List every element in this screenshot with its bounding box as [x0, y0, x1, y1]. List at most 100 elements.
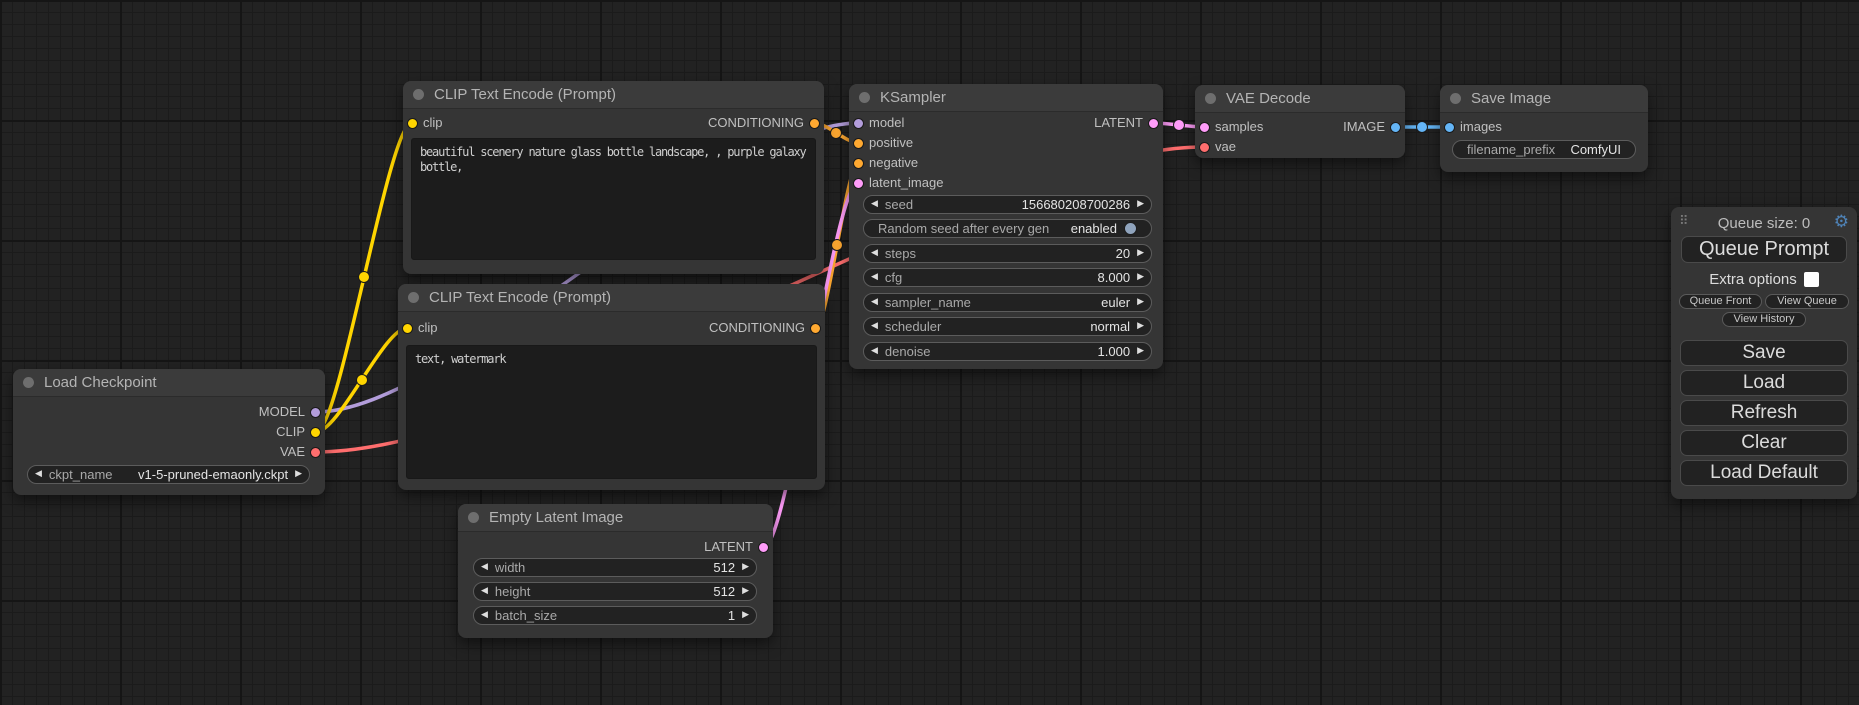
node-collapse-dot[interactable]: [859, 92, 870, 103]
node-title-bar[interactable]: KSampler: [849, 84, 1163, 112]
node-vae-decode[interactable]: VAE Decode samples vae IMAGE: [1195, 85, 1405, 158]
vae-input-port[interactable]: [1199, 142, 1210, 153]
clip-input-label: clip: [418, 320, 438, 336]
node-title-bar[interactable]: VAE Decode: [1195, 85, 1405, 113]
link-midpoint-dot[interactable]: [1174, 120, 1185, 131]
node-collapse-dot[interactable]: [413, 89, 424, 100]
node-title-bar[interactable]: Load Checkpoint: [13, 369, 325, 397]
model-output-port[interactable]: [310, 407, 321, 418]
extra-options-checkbox[interactable]: [1804, 272, 1819, 287]
widget-seed[interactable]: ◀ seed 156680208700286 ▶: [863, 195, 1152, 214]
clear-button[interactable]: Clear: [1680, 430, 1848, 456]
node-collapse-dot[interactable]: [1205, 93, 1216, 104]
node-title-bar[interactable]: Save Image: [1440, 85, 1648, 113]
queue-size-label: Queue size: 0: [1671, 215, 1857, 232]
vae-output-port[interactable]: [310, 447, 321, 458]
widget-cfg[interactable]: ◀ cfg 8.000 ▶: [863, 268, 1152, 287]
settings-gear-icon[interactable]: ⚙: [1834, 212, 1849, 232]
queue-menu-panel[interactable]: ⠿ Queue size: 0 ⚙ Queue Prompt Extra opt…: [1671, 207, 1857, 499]
latent-output-port[interactable]: [758, 542, 769, 553]
view-history-button[interactable]: View History: [1722, 312, 1806, 327]
link-midpoint-dot[interactable]: [831, 128, 842, 139]
model-input-port[interactable]: [853, 118, 864, 129]
node-graph-canvas[interactable]: Load Checkpoint MODEL CLIP VAE ◀ ckpt_na…: [0, 0, 1859, 705]
negative-input-port[interactable]: [853, 158, 864, 169]
increment-arrow-icon[interactable]: ▶: [1137, 273, 1144, 282]
decrement-arrow-icon[interactable]: ◀: [871, 322, 878, 331]
increment-arrow-icon[interactable]: ▶: [1137, 200, 1144, 209]
link-midpoint-dot[interactable]: [832, 240, 843, 251]
node-clip-text-encode-positive[interactable]: CLIP Text Encode (Prompt) clip CONDITION…: [403, 81, 824, 274]
widget-filename-prefix[interactable]: filename_prefix ComfyUI: [1452, 140, 1636, 159]
increment-arrow-icon[interactable]: ▶: [1137, 298, 1144, 307]
widget-width[interactable]: ◀ width 512 ▶: [473, 558, 757, 577]
load-default-button[interactable]: Load Default: [1680, 460, 1848, 486]
node-title-bar[interactable]: CLIP Text Encode (Prompt): [403, 81, 824, 109]
node-clip-text-encode-negative[interactable]: CLIP Text Encode (Prompt) clip CONDITION…: [398, 284, 825, 490]
widget-name: sampler_name: [885, 295, 971, 310]
widget-denoise[interactable]: ◀ denoise 1.000 ▶: [863, 342, 1152, 361]
widget-scheduler[interactable]: ◀ scheduler normal ▶: [863, 317, 1152, 336]
node-load-checkpoint[interactable]: Load Checkpoint MODEL CLIP VAE ◀ ckpt_na…: [13, 369, 325, 495]
toggle-indicator[interactable]: [1124, 222, 1137, 235]
images-input-port[interactable]: [1444, 122, 1455, 133]
increment-arrow-icon[interactable]: ▶: [295, 470, 302, 479]
node-save-image[interactable]: Save Image images filename_prefix ComfyU…: [1440, 85, 1648, 172]
decrement-arrow-icon[interactable]: ◀: [481, 587, 488, 596]
positive-prompt-textarea[interactable]: beautiful scenery nature glass bottle la…: [411, 138, 816, 260]
save-button[interactable]: Save: [1680, 340, 1848, 366]
node-collapse-dot[interactable]: [23, 377, 34, 388]
decrement-arrow-icon[interactable]: ◀: [871, 273, 878, 282]
node-collapse-dot[interactable]: [408, 292, 419, 303]
link-midpoint-dot[interactable]: [357, 375, 368, 386]
decrement-arrow-icon[interactable]: ◀: [35, 470, 42, 479]
node-ksampler[interactable]: KSampler model positive negative latent_…: [849, 84, 1163, 369]
widget-sampler-name[interactable]: ◀ sampler_name euler ▶: [863, 293, 1152, 312]
decrement-arrow-icon[interactable]: ◀: [481, 611, 488, 620]
node-empty-latent-image[interactable]: Empty Latent Image LATENT ◀ width 512 ▶ …: [458, 504, 773, 638]
refresh-button[interactable]: Refresh: [1680, 400, 1848, 426]
positive-input-port[interactable]: [853, 138, 864, 149]
conditioning-output-port[interactable]: [810, 323, 821, 334]
load-button[interactable]: Load: [1680, 370, 1848, 396]
increment-arrow-icon[interactable]: ▶: [742, 587, 749, 596]
node-collapse-dot[interactable]: [1450, 93, 1461, 104]
queue-front-button[interactable]: Queue Front: [1679, 294, 1762, 309]
latent-output-port[interactable]: [1148, 118, 1159, 129]
clip-input-port[interactable]: [402, 323, 413, 334]
decrement-arrow-icon[interactable]: ◀: [481, 563, 488, 572]
widget-value: 1: [728, 608, 735, 623]
negative-prompt-textarea[interactable]: text, watermark: [406, 345, 817, 479]
widget-steps[interactable]: ◀ steps 20 ▶: [863, 244, 1152, 263]
widget-random-seed-toggle[interactable]: Random seed after every gen enabled: [863, 219, 1152, 238]
clip-output-port[interactable]: [310, 427, 321, 438]
clip-input-port[interactable]: [407, 118, 418, 129]
increment-arrow-icon[interactable]: ▶: [1137, 322, 1144, 331]
link-midpoint-dot[interactable]: [1417, 122, 1428, 133]
increment-arrow-icon[interactable]: ▶: [742, 611, 749, 620]
widget-name: width: [495, 560, 525, 575]
node-title-bar[interactable]: CLIP Text Encode (Prompt): [398, 284, 825, 312]
decrement-arrow-icon[interactable]: ◀: [871, 347, 878, 356]
decrement-arrow-icon[interactable]: ◀: [871, 249, 878, 258]
link-midpoint-dot[interactable]: [359, 272, 370, 283]
queue-prompt-button[interactable]: Queue Prompt: [1681, 236, 1847, 263]
decrement-arrow-icon[interactable]: ◀: [871, 298, 878, 307]
increment-arrow-icon[interactable]: ▶: [1137, 249, 1144, 258]
widget-ckpt-name[interactable]: ◀ ckpt_name v1-5-pruned-emaonly.ckpt ▶: [27, 465, 310, 484]
widget-value: 20: [1116, 246, 1130, 261]
increment-arrow-icon[interactable]: ▶: [742, 563, 749, 572]
node-title-bar[interactable]: Empty Latent Image: [458, 504, 773, 532]
conditioning-output-port[interactable]: [809, 118, 820, 129]
clip-input-label: clip: [423, 115, 443, 131]
image-output-port[interactable]: [1390, 122, 1401, 133]
decrement-arrow-icon[interactable]: ◀: [871, 200, 878, 209]
latent-image-input-port[interactable]: [853, 178, 864, 189]
view-queue-button[interactable]: View Queue: [1765, 294, 1849, 309]
node-collapse-dot[interactable]: [468, 512, 479, 523]
widget-height[interactable]: ◀ height 512 ▶: [473, 582, 757, 601]
increment-arrow-icon[interactable]: ▶: [1137, 347, 1144, 356]
negative-input-label: negative: [869, 155, 918, 171]
widget-batch-size[interactable]: ◀ batch_size 1 ▶: [473, 606, 757, 625]
samples-input-port[interactable]: [1199, 122, 1210, 133]
